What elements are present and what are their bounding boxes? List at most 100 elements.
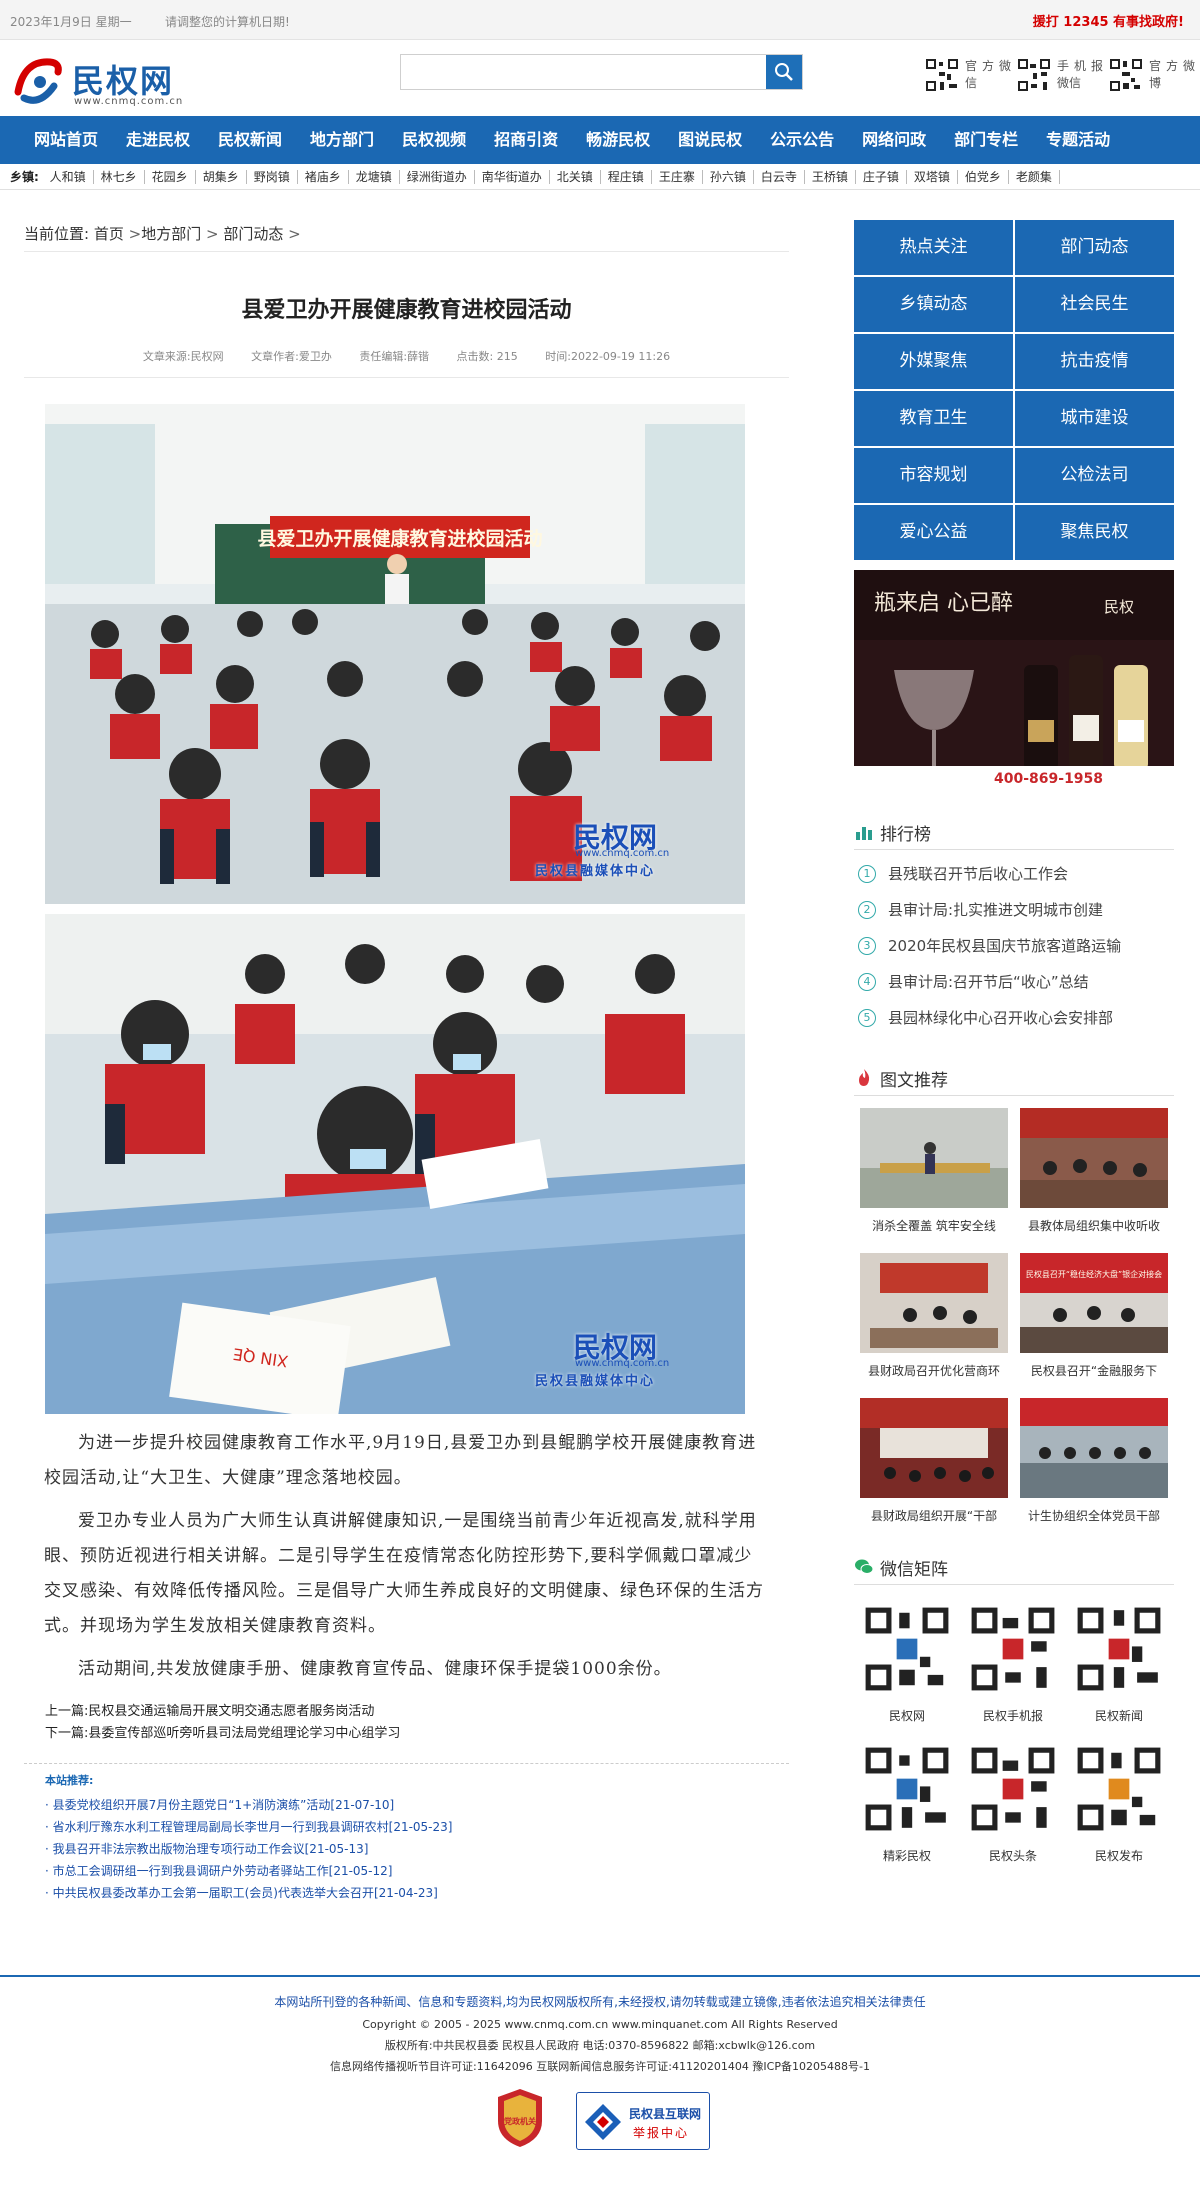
- category-link[interactable]: 部门动态: [1015, 220, 1174, 275]
- search-icon: [775, 63, 793, 81]
- wechat-qr-item[interactable]: 精彩民权: [854, 1735, 960, 1875]
- town-link[interactable]: 双塔镇: [906, 170, 958, 184]
- town-link[interactable]: 南华街道办: [474, 170, 550, 184]
- breadcrumb-level2[interactable]: 地方部门: [141, 225, 201, 243]
- ranking-item[interactable]: 4 县审计局:召开节后“收心”总结: [854, 964, 1174, 1000]
- nav-item[interactable]: 专题活动: [1032, 116, 1124, 164]
- town-link[interactable]: 伯党乡: [957, 170, 1009, 184]
- category-link[interactable]: 外媒聚焦: [854, 334, 1013, 389]
- wechat-qr-item[interactable]: 民权新闻: [1066, 1595, 1172, 1735]
- search-button[interactable]: [766, 55, 802, 89]
- category-link[interactable]: 聚焦民权: [1015, 505, 1174, 560]
- meta-source: 文章来源:民权网: [142, 350, 224, 363]
- qr-label: 官方微博: [1149, 59, 1195, 90]
- category-link[interactable]: 抗击疫情: [1015, 334, 1174, 389]
- search-input[interactable]: [401, 55, 767, 89]
- town-link[interactable]: 褚庙乡: [297, 170, 349, 184]
- rank-number: 5: [858, 1009, 876, 1027]
- nav-item[interactable]: 公示公告: [756, 116, 848, 164]
- next-article-link[interactable]: 下一篇:县委宣传部巡听旁听县司法局党组理论学习中心组学习: [45, 1723, 789, 1745]
- qr-official-weibo[interactable]: 官方微博: [1109, 56, 1200, 96]
- town-link[interactable]: 王桥镇: [804, 170, 856, 184]
- picture-news-item[interactable]: 县财政局组织开展“干部: [854, 1394, 1014, 1539]
- nav-item[interactable]: 图说民权: [664, 116, 756, 164]
- town-link[interactable]: 林七乡: [93, 170, 145, 184]
- picture-news-caption: 县财政局组织开展“干部: [870, 1509, 998, 1523]
- picture-news-item[interactable]: 县财政局召开优化营商环: [854, 1249, 1014, 1394]
- breadcrumb-separator: >: [206, 225, 219, 243]
- wechat-qr-item[interactable]: 民权手机报: [960, 1595, 1066, 1735]
- wechat-qr-item[interactable]: 民权头条: [960, 1735, 1066, 1875]
- recommend-item[interactable]: · 中共民权县委改革办工会第一届职工(会员)代表选举大会召开[21-04-23]: [45, 1882, 789, 1904]
- ranking-item[interactable]: 3 2020年民权县国庆节旅客道路运输: [854, 928, 1174, 964]
- category-link[interactable]: 城市建设: [1015, 391, 1174, 446]
- nav-item[interactable]: 地方部门: [296, 116, 388, 164]
- category-link[interactable]: 教育卫生: [854, 391, 1013, 446]
- pictures-title: 图文推荐: [880, 1071, 948, 1091]
- picture-news-item[interactable]: 计生协组织全体党员干部: [1014, 1394, 1174, 1539]
- town-link[interactable]: 王庄寨: [651, 170, 703, 184]
- main-nav: 网站首页 走进民权 民权新闻 地方部门 民权视频 招商引资 畅游民权 图说民权 …: [0, 116, 1200, 164]
- recommend-item[interactable]: · 省水利厅豫东水利工程管理局副局长李世月一行到我县调研农村[21-05-23]: [45, 1816, 789, 1838]
- gov-badge[interactable]: 党政机关: [495, 2087, 545, 2149]
- category-link[interactable]: 市容规划: [854, 448, 1013, 503]
- wechat-qr-item[interactable]: 民权网: [854, 1595, 960, 1735]
- town-link[interactable]: 白云寺: [753, 170, 805, 184]
- town-link[interactable]: 野岗镇: [246, 170, 298, 184]
- picture-news-item[interactable]: 民权县召开“稳住经济大盘”银企对接会 民权县召开“金融服务下: [1014, 1249, 1174, 1394]
- qr-code-icon: [969, 1745, 1057, 1833]
- nav-item[interactable]: 部门专栏: [940, 116, 1032, 164]
- wechat-qr-item[interactable]: 民权发布: [1066, 1735, 1172, 1875]
- town-link[interactable]: 庄子镇: [855, 170, 907, 184]
- town-link[interactable]: 胡集乡: [195, 170, 247, 184]
- nav-item[interactable]: 民权视频: [388, 116, 480, 164]
- ranking-item[interactable]: 2 县审计局:扎实推进文明城市创建: [854, 892, 1174, 928]
- town-link[interactable]: 孙六镇: [702, 170, 754, 184]
- category-link[interactable]: 公检法司: [1015, 448, 1174, 503]
- pictures-header: 图文推荐: [854, 1060, 1174, 1096]
- article-paragraph: 活动期间,共发放健康手册、健康教育宣传品、健康环保手提袋1000余份。: [78, 1659, 672, 1679]
- wine-advertisement[interactable]: 瓶来启 心已醉 民权 400-869-1958: [854, 570, 1174, 790]
- town-link[interactable]: 程庄镇: [600, 170, 652, 184]
- towns-label: 乡镇:: [10, 170, 39, 184]
- report-center-badge[interactable]: 民权县互联网 举报中心: [576, 2092, 710, 2150]
- ranking-item[interactable]: 5 县园林绿化中心召开收心会安排部: [854, 1000, 1174, 1036]
- nav-item[interactable]: 网站首页: [20, 116, 112, 164]
- town-link[interactable]: 花园乡: [144, 170, 196, 184]
- qr-label: 手机报微信: [1057, 59, 1103, 90]
- picture-news-item[interactable]: 县教体局组织集中收听收: [1014, 1104, 1174, 1249]
- town-link[interactable]: 北关镇: [549, 170, 601, 184]
- sidebar: 热点关注 部门动态 乡镇动态 社会民生 外媒聚焦 抗击疫情 教育卫生 城市建设 …: [854, 220, 1174, 1875]
- date-notice: 请调整您的计算机日期!: [165, 15, 290, 29]
- recommend-item[interactable]: · 我县召开非法宗教出版物治理专项行动工作会议[21-05-13]: [45, 1838, 789, 1860]
- breadcrumb-level3[interactable]: 部门动态: [223, 225, 283, 243]
- category-link[interactable]: 爱心公益: [854, 505, 1013, 560]
- ranking-item[interactable]: 1 县残联召开节后收心工作会: [854, 856, 1174, 892]
- nav-item[interactable]: 畅游民权: [572, 116, 664, 164]
- article-title: 县爱卫办开展健康教育进校园活动: [241, 297, 572, 323]
- town-link[interactable]: 龙塘镇: [348, 170, 400, 184]
- picture-news-item[interactable]: 消杀全覆盖 筑牢安全线: [854, 1104, 1014, 1249]
- qr-mobile-wechat[interactable]: 手机报微信: [1017, 56, 1109, 96]
- category-link[interactable]: 热点关注: [854, 220, 1013, 275]
- picture-news-thumb: [860, 1253, 1008, 1353]
- nav-item[interactable]: 招商引资: [480, 116, 572, 164]
- town-link[interactable]: 绿洲街道办: [399, 170, 475, 184]
- wechat-qr-label: 精彩民权: [882, 1849, 931, 1863]
- nav-item[interactable]: 网络问政: [848, 116, 940, 164]
- category-link[interactable]: 乡镇动态: [854, 277, 1013, 332]
- category-link[interactable]: 社会民生: [1015, 277, 1174, 332]
- site-logo[interactable]: 民权网 www.cnmq.com.cn: [10, 52, 190, 110]
- recommend-item[interactable]: · 市总工会调研组一行到我县调研户外劳动者驿站工作[21-05-12]: [45, 1860, 789, 1882]
- nav-item[interactable]: 民权新闻: [204, 116, 296, 164]
- town-link[interactable]: 老颜集: [1008, 170, 1060, 184]
- picture-news-caption: 民权县召开“金融服务下: [1030, 1364, 1158, 1378]
- town-link[interactable]: 人和镇: [42, 170, 94, 184]
- qr-official-wechat[interactable]: 官方微信: [925, 56, 1017, 96]
- prev-next-links: 上一篇:民权县交通运输局开展文明交通志愿者服务岗活动 下一篇:县委宣传部巡听旁听…: [24, 1701, 789, 1745]
- prev-article-link[interactable]: 上一篇:民权县交通运输局开展文明交通志愿者服务岗活动: [45, 1701, 789, 1723]
- breadcrumb-home[interactable]: 首页: [94, 225, 124, 243]
- footer-license: 信息网络传播视听节目许可证:11642096 互联网新闻信息服务许可证:4112…: [330, 2060, 870, 2073]
- recommend-item[interactable]: · 县委党校组织开展7月份主题党日“1+消防演练”活动[21-07-10]: [45, 1794, 789, 1816]
- nav-item[interactable]: 走进民权: [112, 116, 204, 164]
